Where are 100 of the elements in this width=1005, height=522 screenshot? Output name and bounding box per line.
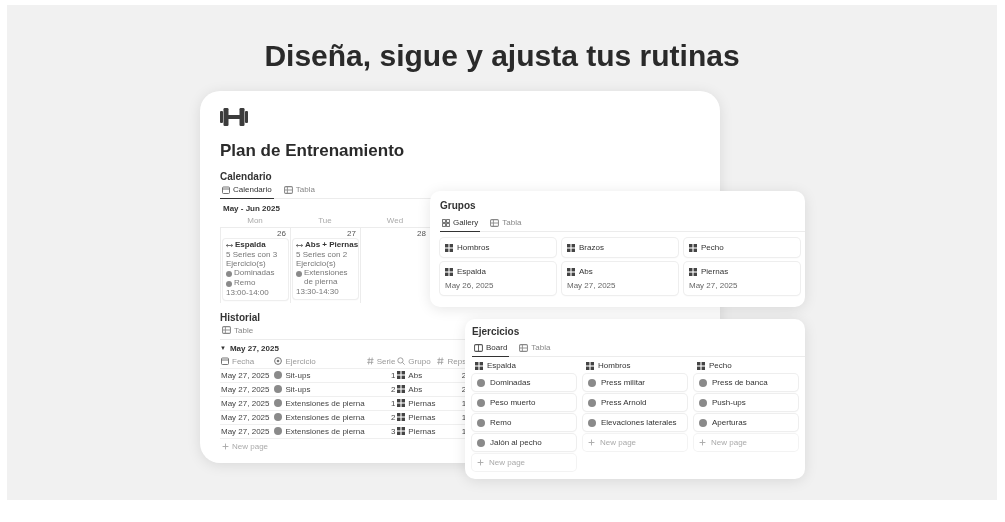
- table-cell: Abs: [408, 370, 423, 380]
- board-icon: [474, 343, 483, 352]
- weekday-label: Tue: [318, 216, 332, 225]
- table-cell: May 27, 2025: [221, 384, 270, 394]
- event-title: Abs + Piernas: [305, 241, 359, 250]
- board-card[interactable]: Press de banca: [694, 374, 798, 391]
- circle-icon: [274, 427, 283, 436]
- dumbbell-icon: [220, 107, 248, 127]
- plus-icon: [588, 439, 595, 446]
- board-card[interactable]: Press Arnold: [583, 394, 687, 411]
- circle-icon: [477, 378, 485, 387]
- gallery-card[interactable]: Brazos: [562, 238, 678, 257]
- table-cell: May 27, 2025: [221, 370, 270, 380]
- grid-icon: [442, 218, 450, 227]
- gallery-card[interactable]: Hombros: [440, 238, 556, 257]
- calendar-icon: [221, 357, 229, 366]
- table-icon: [222, 326, 231, 335]
- board-card[interactable]: Press militar: [583, 374, 687, 391]
- circle-icon: [274, 385, 283, 394]
- view-tab[interactable]: Tabla: [517, 340, 553, 357]
- plus-icon: [477, 459, 484, 466]
- circle-icon: [699, 398, 707, 407]
- grid-icon: [586, 361, 594, 370]
- arrow-icon: [226, 242, 233, 248]
- grid-icon: [445, 243, 453, 252]
- view-tab[interactable]: Table: [220, 322, 256, 340]
- table-cell: 2: [390, 384, 396, 394]
- card-date: May 27, 2025: [567, 281, 616, 290]
- column-header: Pecho: [709, 361, 732, 370]
- event-card[interactable]: Abs + Piernas 5 Series con 2 Ejercicio(s) Extensiones de pierna 13:30-14:30: [293, 239, 358, 299]
- search-icon: [397, 357, 406, 366]
- column-header: Ejercicio: [285, 356, 316, 366]
- circle-icon: [699, 418, 707, 427]
- table-cell: 1: [390, 370, 396, 380]
- table-cell: May 27, 2025: [221, 412, 270, 422]
- table-cell: Abs: [408, 384, 423, 394]
- event-summary: 5 Series con 3 Ejercicio(s): [226, 250, 279, 269]
- table-icon: [283, 185, 293, 194]
- grid-icon: [397, 399, 406, 408]
- page-title: Plan de Entrenamiento: [220, 141, 405, 161]
- day-number: 28: [417, 229, 427, 238]
- table-icon: [490, 218, 500, 227]
- gallery-card[interactable]: Pecho: [684, 238, 800, 257]
- grid-icon: [689, 243, 697, 252]
- table-cell: May 27, 2025: [221, 398, 270, 408]
- column-header: Grupo: [408, 356, 431, 366]
- section-heading: Ejercicios: [472, 326, 521, 337]
- hash-icon: [437, 357, 445, 366]
- card-date: May 26, 2025: [445, 281, 494, 290]
- grid-icon: [397, 385, 406, 394]
- board-card[interactable]: Push-ups: [694, 394, 798, 411]
- table-cell: 2: [390, 412, 396, 422]
- board-card[interactable]: Peso muerto: [472, 394, 576, 411]
- day-number: 27: [347, 229, 357, 238]
- headline: Diseña, sigue y ajusta tus rutinas: [263, 39, 741, 73]
- board-card[interactable]: Jalón al pecho: [472, 434, 576, 451]
- circle-icon: [274, 413, 283, 422]
- circle-icon: [477, 438, 485, 447]
- table-cell: Extensiones de pierna: [285, 398, 365, 408]
- exercise-tag: Extensiones de pierna: [304, 269, 355, 287]
- board-card[interactable]: Dominadas: [472, 374, 576, 391]
- view-tab[interactable]: Gallery: [440, 215, 481, 232]
- gallery-card[interactable]: Abs May 27, 2025: [562, 262, 678, 295]
- view-tab[interactable]: Board: [472, 340, 510, 357]
- grid-icon: [397, 413, 406, 422]
- grid-icon: [689, 267, 697, 276]
- arrow-icon: [296, 242, 303, 248]
- board-card[interactable]: Remo: [472, 414, 576, 431]
- table-cell: 3: [390, 426, 396, 436]
- table-cell: Sit-ups: [285, 384, 311, 394]
- event-card[interactable]: Espalda 5 Series con 3 Ejercicio(s) Dominadas Remo 13:00-14:00: [223, 239, 288, 300]
- board-card[interactable]: Elevaciones laterales: [583, 414, 687, 431]
- card-title: Espalda: [457, 267, 486, 276]
- board-card[interactable]: Aperturas: [694, 414, 798, 431]
- weekday-label: Mon: [247, 216, 263, 225]
- table-cell: Piernas: [408, 412, 436, 422]
- table-cell: May 27, 2025: [221, 426, 270, 436]
- view-tab[interactable]: Calendario: [220, 182, 274, 199]
- day-number: 26: [277, 229, 287, 238]
- gallery-card[interactable]: Espalda May 26, 2025: [440, 262, 556, 295]
- circle-icon: [226, 281, 232, 288]
- exercise-tag: Dominadas: [234, 269, 275, 279]
- view-tab[interactable]: Tabla: [281, 182, 317, 199]
- view-tab[interactable]: Tabla: [488, 215, 524, 232]
- card-title: Brazos: [579, 243, 604, 252]
- card-title: Hombros: [457, 243, 490, 252]
- card-title: Abs: [579, 267, 593, 276]
- circle-icon: [477, 398, 485, 407]
- circle-icon: [588, 378, 596, 387]
- weekday-label: Wed: [386, 216, 404, 225]
- column-header: Hombros: [598, 361, 631, 370]
- date-range: May - Jun 2025: [223, 204, 280, 213]
- table-cell: Extensiones de pierna: [285, 426, 365, 436]
- event-summary: 5 Series con 2 Ejercicio(s): [296, 250, 349, 269]
- circle-icon: [477, 418, 485, 427]
- table-cell: 1: [461, 426, 467, 436]
- table-cell: Extensiones de pierna: [285, 412, 365, 422]
- card-date: May 27, 2025: [689, 281, 738, 290]
- gallery-card[interactable]: Piernas May 27, 2025: [684, 262, 800, 295]
- event-title: Espalda: [235, 241, 266, 250]
